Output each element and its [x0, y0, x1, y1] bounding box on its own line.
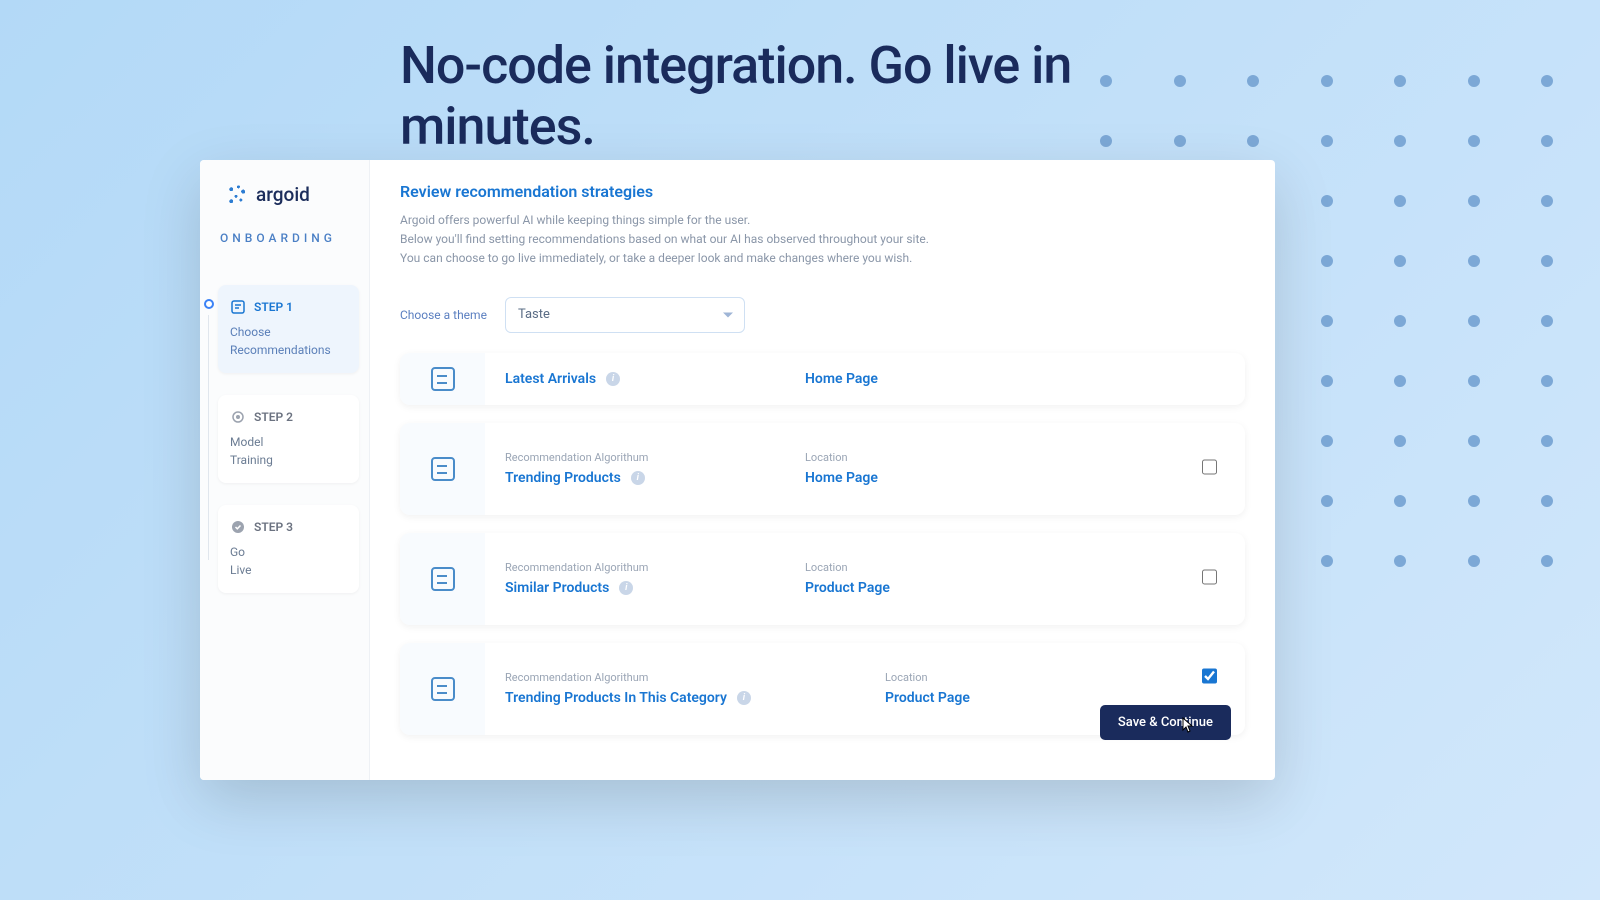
hero-title: No-code integration. Go live in minutes.: [400, 35, 1200, 157]
checklist-icon: [431, 457, 455, 481]
algorithm-label: Recommendation Algorithum: [505, 451, 745, 464]
recommendation-checkbox-wrap: [1202, 668, 1217, 687]
main-content: Review recommendation strategies Argoid …: [370, 160, 1275, 780]
info-icon[interactable]: i: [619, 581, 633, 595]
step-card-2[interactable]: STEP 2 ModelTraining: [218, 395, 359, 483]
brand-logo: argoid: [218, 182, 359, 206]
save-continue-button[interactable]: Save & Continue: [1100, 705, 1231, 740]
step-number: STEP 3: [254, 520, 293, 534]
card-icon-column: [400, 423, 485, 515]
step-card-3[interactable]: STEP 3 GoLive: [218, 505, 359, 593]
check-circle-icon: [230, 519, 246, 535]
page-description: Argoid offers powerful AI while keeping …: [400, 211, 1245, 269]
algorithm-label: Recommendation Algorithum: [505, 671, 825, 684]
timeline-dot-icon: [204, 299, 214, 309]
step-number: STEP 2: [254, 410, 293, 424]
card-icon-column: [400, 643, 485, 735]
location-value: Product Page: [885, 690, 970, 706]
algorithm-value: Trending Products: [505, 470, 621, 486]
algorithm-value: Trending Products In This Category: [505, 690, 727, 706]
step-description: ChooseRecommendations: [230, 323, 347, 359]
algorithm-value: Latest Arrivals: [505, 371, 596, 387]
location-value: Home Page: [805, 470, 878, 486]
algorithm-value: Similar Products: [505, 580, 609, 596]
cursor-icon: [1181, 716, 1195, 734]
theme-select[interactable]: Taste: [505, 297, 745, 333]
location-label: Location: [805, 561, 890, 574]
step-description: GoLive: [230, 543, 347, 579]
checklist-icon: [431, 677, 455, 701]
theme-label: Choose a theme: [400, 308, 487, 322]
logo-icon: [224, 182, 248, 206]
step-icon: [230, 299, 246, 315]
step-number: STEP 1: [254, 300, 293, 314]
info-icon[interactable]: i: [606, 372, 620, 386]
page-title: Review recommendation strategies: [400, 182, 1245, 201]
recommendation-checkbox[interactable]: [1202, 569, 1217, 584]
app-window: argoid ONBOARDING STEP 1 ChooseRecommend…: [200, 160, 1275, 780]
brand-name: argoid: [256, 183, 310, 206]
checklist-icon: [431, 567, 455, 591]
gear-icon: [230, 409, 246, 425]
checklist-icon: [431, 367, 455, 391]
recommendation-checkbox-wrap: [1202, 569, 1217, 588]
step-description: ModelTraining: [230, 433, 347, 469]
theme-selector-row: Choose a theme Taste: [400, 297, 1245, 333]
algorithm-label: Recommendation Algorithum: [505, 561, 745, 574]
info-icon[interactable]: i: [737, 691, 751, 705]
recommendation-checkbox[interactable]: [1202, 668, 1217, 683]
step-card-1[interactable]: STEP 1 ChooseRecommendations: [218, 285, 359, 373]
recommendation-card: Latest Arrivals i Home Page: [400, 353, 1245, 405]
recommendation-card: Recommendation Algorithum Similar Produc…: [400, 533, 1245, 625]
timeline-line: [208, 315, 209, 560]
recommendation-card: Recommendation Algorithum Trending Produ…: [400, 423, 1245, 515]
info-icon[interactable]: i: [631, 471, 645, 485]
sidebar-section-label: ONBOARDING: [218, 231, 359, 245]
recommendation-checkbox[interactable]: [1202, 459, 1217, 474]
location-label: Location: [805, 451, 878, 464]
location-value: Product Page: [805, 580, 890, 596]
location-label: Location: [885, 671, 970, 684]
location-value: Home Page: [805, 371, 878, 387]
sidebar: argoid ONBOARDING STEP 1 ChooseRecommend…: [200, 160, 370, 780]
card-icon-column: [400, 353, 485, 405]
recommendation-checkbox-wrap: [1202, 459, 1217, 478]
card-icon-column: [400, 533, 485, 625]
